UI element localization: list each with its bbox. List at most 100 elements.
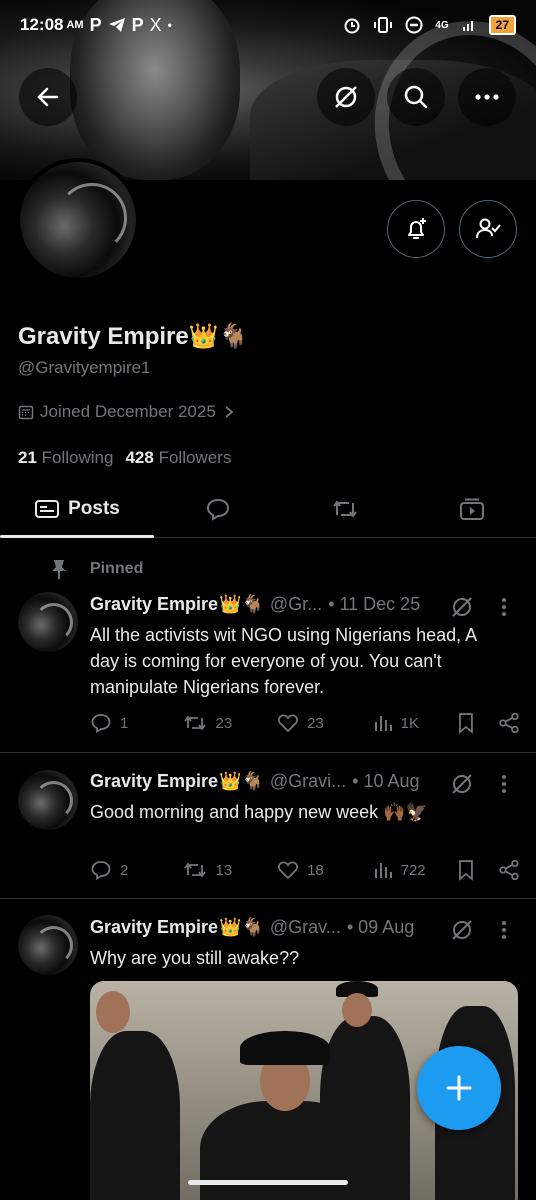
status-ampm: AM [66,19,84,31]
reply-button[interactable]: 2 [90,859,182,881]
pinned-indicator: Pinned [50,558,143,580]
post-author-emoji: 👑🐐 [219,771,264,791]
more-options-button[interactable] [458,68,516,126]
chevron-right-icon [225,406,234,418]
views-count: 1K [400,714,419,732]
post-divider [0,752,536,753]
joined-date: Joined December 2025 [40,402,216,421]
network-label: 4G [435,19,449,31]
post-more-icon[interactable] [500,596,508,618]
tab-replies[interactable] [154,480,281,537]
share-icon[interactable] [498,712,520,734]
grok-icon[interactable] [450,772,474,796]
post-dot: • [346,917,354,937]
profile-name-emoji: 👑🐐 [188,323,249,350]
post-avatar[interactable] [18,592,78,652]
compose-button[interactable] [417,1046,501,1130]
reply-icon [91,714,111,734]
like-button[interactable]: 18 [277,860,373,880]
followers-link[interactable]: 428 Followers [125,448,231,468]
grok-icon[interactable] [450,595,474,619]
telegram-icon [108,18,125,32]
repost-button[interactable]: 13 [182,860,278,880]
tab-posts[interactable]: Posts [0,480,154,538]
bookmark-icon[interactable] [456,712,476,734]
views-button[interactable]: 722 [373,860,457,880]
post-avatar[interactable] [18,915,78,975]
media-figure [90,1031,180,1200]
like-button[interactable]: 23 [277,713,373,733]
pinned-label: Pinned [90,560,144,577]
views-button[interactable]: 1K [373,713,457,733]
user-check-icon [476,218,501,239]
tab-reposts[interactable] [281,480,408,537]
views-count: 722 [400,861,426,879]
plus-icon [446,1075,472,1101]
media-icon [460,498,485,520]
repost-button[interactable]: 23 [182,713,278,733]
profile-name: Gravity Empire👑🐐 [18,322,249,351]
post-author-name[interactable]: Gravity Empire [90,771,218,792]
status-right: 4G 27 [343,15,516,35]
post-actions: 1 23 23 1K [90,712,520,734]
grok-button[interactable] [317,68,375,126]
reposts-icon [333,499,357,518]
post-dot: • [352,771,359,791]
back-button[interactable] [19,68,77,126]
home-indicator[interactable] [188,1180,348,1185]
post-author-name[interactable]: Gravity Empire [90,594,218,615]
post-avatar[interactable] [18,770,78,830]
post-author-name[interactable]: Gravity Empire [90,917,218,938]
post-text: Good morning and happy new week 🙌🏾🦅 [90,802,429,822]
profile-handle: @Gravityempire1 [18,358,151,377]
repost-count: 13 [215,861,233,879]
post-divider [0,898,536,899]
following-count: 21 [18,448,37,467]
post-avatar-image [18,915,78,975]
tab-media[interactable] [409,480,536,537]
pin-icon [52,560,66,579]
reply-icon [91,861,111,881]
views-icon [374,716,392,731]
like-count: 23 [307,714,324,732]
reply-count: 1 [120,714,129,732]
search-button[interactable] [387,68,445,126]
post-date: 10 Aug [363,771,420,791]
media-figure [200,1101,370,1200]
more-horizontal-icon [475,94,499,100]
posts-icon [35,499,60,518]
following-button[interactable] [459,200,517,258]
like-count: 18 [307,861,324,879]
signal-icon [462,21,473,31]
post-dot: • [328,594,335,614]
repost-icon [183,715,206,731]
reply-button[interactable]: 1 [90,712,182,734]
post-handle: @Gravi... [269,771,347,791]
profile-avatar[interactable] [16,158,140,282]
calendar-icon [18,405,34,420]
following-link[interactable]: 21 Following [18,448,113,468]
replies-icon [206,498,229,521]
tab-posts-label: Posts [68,497,120,519]
post-more-icon[interactable] [500,773,508,795]
status-app-p-icon: P [89,14,102,35]
bell-plus-icon [408,218,426,239]
post-more-icon[interactable] [500,919,508,941]
post-date: 11 Dec 25 [339,594,421,614]
alarm-icon [344,18,360,34]
media-hat [240,1031,330,1065]
media-figure-head [96,991,130,1033]
joined-row[interactable]: Joined December 2025 [18,402,236,422]
followers-label: Followers [158,448,232,467]
notify-button[interactable] [387,200,445,258]
share-icon[interactable] [498,859,520,881]
status-bar: 12:08 AM P P X • 4G 27 [0,0,536,50]
grok-icon [335,86,357,108]
post-avatar-image [18,770,78,830]
avatar-image [20,162,136,278]
grok-icon[interactable] [450,918,474,942]
media-figure-head [342,993,372,1027]
arrow-left-icon [37,87,59,107]
bookmark-icon[interactable] [456,859,476,881]
post-text: Why are you still awake?? [90,948,300,968]
